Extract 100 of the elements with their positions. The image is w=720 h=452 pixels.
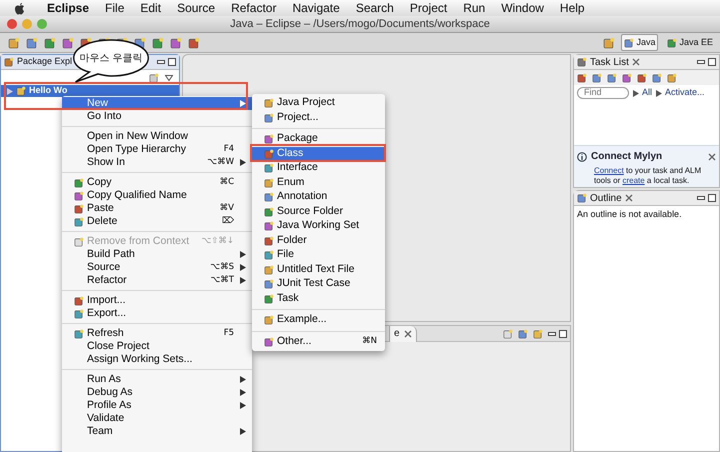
menu-item[interactable]: Project xyxy=(410,0,448,17)
menu-item[interactable]: Navigate xyxy=(292,0,340,17)
shortcut-text: ⌘V xyxy=(220,202,234,215)
menu-item[interactable]: Window xyxy=(501,0,544,17)
minimize-icon[interactable] xyxy=(548,330,556,338)
menu-item-icon xyxy=(74,236,84,246)
submenu-item[interactable]: Other... ⌘N xyxy=(252,334,385,349)
toolbar-icon xyxy=(188,36,200,48)
shortcut-text: ⌘C xyxy=(220,176,234,189)
tab-label: e xyxy=(394,327,400,341)
shortcut-text: F5 xyxy=(224,327,234,340)
menu-item[interactable]: Help xyxy=(560,0,585,17)
menu-item-icon xyxy=(264,294,274,304)
submenu-item[interactable]: Source Folder xyxy=(252,204,385,219)
context-menu-item[interactable]: Open Type Hierarchy F4 xyxy=(62,143,252,156)
notice-link[interactable]: create xyxy=(622,176,645,185)
context-menu-item[interactable]: Go Into xyxy=(62,110,252,123)
submenu-arrow-icon xyxy=(240,428,246,435)
submenu-item[interactable]: Java Project xyxy=(252,96,385,110)
menu-item-icon xyxy=(74,296,84,306)
close-icon[interactable] xyxy=(404,330,412,338)
perspective-button[interactable]: Java xyxy=(621,34,658,51)
submenu-item[interactable]: File xyxy=(252,248,385,262)
disclosure-icon xyxy=(656,90,662,96)
context-menu-item[interactable]: Debug As xyxy=(62,386,252,399)
minimize-icon[interactable] xyxy=(697,194,705,202)
submenu-item[interactable]: Untitled Text File xyxy=(252,262,385,277)
context-menu-item[interactable]: Refactor ⌥⌘T xyxy=(62,274,252,287)
panel-tab[interactable]: e xyxy=(389,326,417,342)
menu-item[interactable]: Edit xyxy=(140,0,162,17)
context-menu-item[interactable]: Validate xyxy=(62,412,252,425)
submenu-item[interactable]: Package xyxy=(252,132,385,146)
menu-item[interactable]: Source xyxy=(177,0,216,17)
menu-item-icon xyxy=(264,221,274,232)
menu-item-icon xyxy=(264,134,274,144)
menu-item-icon xyxy=(74,328,84,338)
close-window-button[interactable] xyxy=(7,19,17,29)
context-menu-item[interactable]: Import... xyxy=(62,294,252,307)
menu-item[interactable]: Search xyxy=(356,0,394,17)
context-menu-item[interactable]: Assign Working Sets... xyxy=(62,353,252,366)
apple-icon[interactable] xyxy=(14,2,25,14)
menu-item-icon xyxy=(74,204,84,214)
context-menu-item[interactable]: Refresh F5 xyxy=(62,327,252,340)
context-menu-item[interactable]: Close Project xyxy=(62,340,252,353)
context-menu-item[interactable]: Run As xyxy=(62,373,252,386)
notice-title: Connect Mylyn xyxy=(591,150,662,164)
context-menu-item[interactable]: Paste ⌘V xyxy=(62,202,252,215)
submenu-item[interactable]: Folder xyxy=(252,234,385,248)
close-icon[interactable] xyxy=(632,58,640,66)
submenu-item[interactable]: Task xyxy=(252,292,385,306)
context-menu-item[interactable]: Build Path xyxy=(62,248,252,261)
maximize-icon[interactable] xyxy=(708,58,716,66)
menu-item-icon xyxy=(264,112,274,123)
context-menu-item[interactable]: Source ⌥⌘S xyxy=(62,261,252,274)
app-menu[interactable]: Eclipse xyxy=(47,0,90,17)
menu-item[interactable]: Run xyxy=(463,0,486,17)
submenu-item[interactable]: JUnit Test Case xyxy=(252,277,385,292)
shortcut-text: ⌥⌘W xyxy=(207,156,234,169)
find-field[interactable]: Find xyxy=(577,87,629,99)
toolbar-icon xyxy=(170,36,182,48)
submenu-item[interactable]: Enum xyxy=(252,176,385,190)
menu-item[interactable]: Refactor xyxy=(231,0,276,17)
close-icon[interactable] xyxy=(624,194,633,202)
filter-link[interactable]: All xyxy=(642,86,652,100)
filter-link[interactable]: Activate... xyxy=(665,86,705,100)
notice-link[interactable]: Connect xyxy=(594,166,624,175)
toolbar-icon xyxy=(26,36,38,48)
submenu-item[interactable]: Java Working Set xyxy=(252,219,385,234)
callout-text: 마우스 우클릭 xyxy=(79,52,143,66)
maximize-icon[interactable] xyxy=(708,194,716,202)
submenu-item[interactable]: Class xyxy=(252,146,385,161)
context-menu-item[interactable]: Show In ⌥⌘W xyxy=(62,156,252,169)
shortcut-text: ⌥⌘T xyxy=(210,274,234,287)
close-icon[interactable] xyxy=(708,152,716,160)
context-menu-item[interactable]: Export... xyxy=(62,307,252,320)
maximize-icon[interactable] xyxy=(559,330,567,338)
minimize-icon[interactable] xyxy=(697,58,705,66)
view-menu-icon[interactable] xyxy=(165,74,173,80)
menu-item-icon xyxy=(74,308,84,318)
menu-item-icon xyxy=(264,315,274,326)
submenu-item[interactable]: Interface xyxy=(252,161,385,176)
toolbar-icon xyxy=(652,72,662,82)
menu-item-icon xyxy=(264,163,274,174)
submenu-item[interactable]: Annotation xyxy=(252,190,385,204)
context-menu-item[interactable]: Team xyxy=(62,425,252,438)
toolbar-icon xyxy=(622,72,632,82)
toolbar-icon xyxy=(592,72,602,82)
maximize-icon[interactable] xyxy=(168,58,176,66)
shortcut-text: ⌥⌘S xyxy=(210,261,234,274)
menu-item[interactable]: File xyxy=(105,0,124,17)
minimize-icon[interactable] xyxy=(157,58,165,66)
tree-item[interactable]: Hello Wo xyxy=(1,85,179,97)
context-menu-item[interactable]: Copy ⌘C xyxy=(62,176,252,189)
submenu-item[interactable]: Example... xyxy=(252,313,385,328)
context-menu-item[interactable]: Copy Qualified Name xyxy=(62,189,252,202)
context-menu-item[interactable]: Open in New Window xyxy=(62,130,252,143)
context-menu-item[interactable]: Profile As xyxy=(62,399,252,412)
submenu-item[interactable]: Project... xyxy=(252,110,385,125)
perspective-button[interactable]: Java EE xyxy=(664,34,716,51)
context-menu-item[interactable]: Delete ⌦ xyxy=(62,215,252,228)
